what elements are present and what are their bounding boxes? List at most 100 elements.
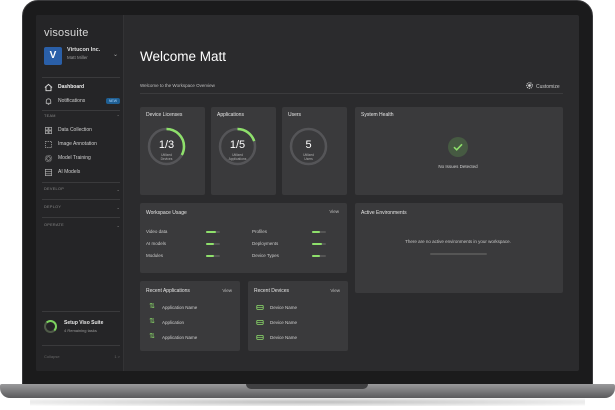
users-value: 5 bbox=[305, 139, 312, 151]
usage-label: Deployments bbox=[252, 241, 279, 246]
usage-bar bbox=[312, 254, 326, 257]
usage-row-modules: Modules bbox=[146, 253, 220, 258]
app-icon: ⇅ bbox=[149, 333, 155, 340]
recent-applications-card[interactable]: Recent Applications View ⇅ Application N… bbox=[140, 281, 240, 351]
placeholder-line bbox=[430, 253, 487, 255]
divider bbox=[42, 217, 120, 218]
sidebar-footer: Collapse 1 > bbox=[44, 354, 120, 359]
gear-icon bbox=[526, 82, 533, 91]
sidebar-item-data-collection[interactable]: Data Collection bbox=[44, 125, 120, 135]
setup-progress[interactable]: Setup Viso Suite 4 Remaining tasks bbox=[42, 317, 120, 339]
list-item-label: Application Name bbox=[162, 334, 198, 340]
annotation-icon bbox=[44, 140, 53, 149]
usage-row-deployments: Deployments bbox=[252, 241, 326, 246]
users-ring: 5 Utilized Users bbox=[288, 126, 329, 167]
usage-row-device-types: Device Types bbox=[252, 253, 326, 258]
customize-button[interactable]: Customize bbox=[526, 82, 560, 91]
model-icon bbox=[44, 168, 53, 177]
list-item[interactable]: ⇅ Application Name bbox=[148, 333, 197, 341]
sidebar-item-label: Image Annotation bbox=[58, 141, 97, 147]
list-item[interactable]: Device Name bbox=[256, 333, 297, 341]
recent-devices-card[interactable]: Recent Devices View Device Name Device N… bbox=[248, 281, 348, 351]
app-icon: ⇅ bbox=[149, 318, 155, 325]
chevron-down-icon: ⌄ bbox=[116, 188, 120, 192]
org-logo: V bbox=[44, 47, 62, 65]
card-title: Device Licenses bbox=[146, 112, 183, 118]
sidebar-item-notifications[interactable]: Notifications NEW bbox=[44, 96, 120, 106]
sidebar-item-ai-models[interactable]: AI Models bbox=[44, 167, 120, 177]
recent-devices-view-link[interactable]: View bbox=[330, 288, 340, 293]
list-item-label: Application bbox=[162, 319, 185, 325]
divider bbox=[42, 182, 120, 183]
org-switcher[interactable]: V Virtucon Inc. Matt Miller ⌄ bbox=[42, 45, 120, 71]
gear-icon bbox=[44, 154, 53, 163]
section-team[interactable]: TEAM ⌃ bbox=[44, 114, 120, 119]
applications-card[interactable]: Applications 1/5 Utilized Applications bbox=[211, 107, 276, 195]
users-card[interactable]: Users 5 Utilized Users bbox=[282, 107, 347, 195]
sidebar-item-label: Dashboard bbox=[58, 84, 85, 90]
list-item[interactable]: Device Name bbox=[256, 303, 297, 311]
customize-label: Customize bbox=[536, 83, 560, 90]
applications-value: 1/5 bbox=[229, 139, 246, 151]
page-title: Welcome Matt bbox=[140, 49, 227, 64]
list-item[interactable]: Device Name bbox=[256, 318, 297, 326]
list-item-label: Device Name bbox=[270, 334, 298, 340]
usage-label: Device Types bbox=[252, 253, 279, 258]
sidebar-item-label: Model Training bbox=[58, 155, 91, 161]
pager[interactable]: 1 > bbox=[114, 354, 120, 359]
sidebar-item-label: Data Collection bbox=[58, 127, 92, 133]
device-licenses-card[interactable]: Device Licenses 1/3 Utilized Devices bbox=[140, 107, 205, 195]
usage-bar bbox=[312, 230, 326, 233]
section-label: DEVELOP bbox=[44, 187, 65, 191]
check-icon bbox=[448, 137, 468, 157]
usage-bar bbox=[206, 242, 220, 245]
list-item[interactable]: ⇅ Application bbox=[148, 318, 184, 326]
divider bbox=[42, 110, 120, 111]
section-label: DEPLOY bbox=[44, 205, 62, 209]
usage-bar bbox=[206, 230, 220, 233]
device-licenses-caption: Utilized Devices bbox=[160, 153, 173, 161]
card-title: Users bbox=[288, 112, 302, 118]
laptop-notch bbox=[246, 384, 368, 389]
active-environments-message: There are no active environments in your… bbox=[405, 239, 511, 244]
section-develop[interactable]: DEVELOP ⌄ bbox=[44, 187, 120, 192]
usage-bar bbox=[206, 254, 220, 257]
sidebar-item-image-annotation[interactable]: Image Annotation bbox=[44, 139, 120, 149]
workspace-usage-card[interactable]: Workspace Usage View Video data AI model… bbox=[140, 203, 347, 273]
sidebar: visosuite V Virtucon Inc. Matt Miller ⌄ … bbox=[36, 15, 124, 371]
divider bbox=[42, 345, 120, 346]
device-icon bbox=[256, 318, 264, 326]
setup-subtitle: 4 Remaining tasks bbox=[64, 328, 97, 333]
chevron-up-icon: ⌃ bbox=[116, 115, 120, 119]
database-icon bbox=[44, 126, 53, 135]
chevron-down-icon: ⌄ bbox=[116, 224, 120, 228]
sidebar-item-dashboard[interactable]: Dashboard bbox=[44, 82, 120, 92]
workspace-usage-view-link[interactable]: View bbox=[329, 209, 339, 214]
section-deploy[interactable]: DEPLOY ⌄ bbox=[44, 205, 120, 210]
setup-progress-ring bbox=[44, 320, 57, 333]
section-operate[interactable]: OPERATE ⌄ bbox=[44, 223, 120, 228]
applications-ring: 1/5 Utilized Applications bbox=[217, 126, 258, 167]
usage-row-ai-models: AI models bbox=[146, 241, 220, 246]
card-title: Workspace Usage bbox=[146, 210, 187, 216]
setup-title: Setup Viso Suite bbox=[64, 320, 104, 326]
laptop-shadow bbox=[30, 398, 585, 406]
chevron-down-icon: ⌄ bbox=[116, 206, 120, 210]
device-licenses-value: 1/3 bbox=[158, 139, 175, 151]
applications-caption: Utilized Applications bbox=[228, 153, 247, 161]
card-title: System Health bbox=[361, 112, 394, 118]
collapse-button[interactable]: Collapse bbox=[44, 354, 60, 359]
system-health-card[interactable]: System Health No Issues Detected bbox=[355, 107, 563, 195]
system-health-status: No Issues Detected bbox=[438, 164, 478, 169]
card-title: Active Environments bbox=[361, 210, 407, 216]
brand-logo-text: visosuite bbox=[44, 27, 89, 39]
bell-icon bbox=[44, 97, 53, 106]
active-environments-card[interactable]: Active Environments There are no active … bbox=[355, 203, 563, 293]
usage-row-video-data: Video data bbox=[146, 229, 220, 234]
usage-label: Video data bbox=[146, 229, 168, 234]
sidebar-item-model-training[interactable]: Model Training bbox=[44, 153, 120, 163]
chevron-down-icon[interactable]: ⌄ bbox=[113, 51, 118, 58]
new-badge: NEW bbox=[105, 98, 120, 104]
list-item[interactable]: ⇅ Application Name bbox=[148, 303, 197, 311]
recent-applications-view-link[interactable]: View bbox=[222, 288, 232, 293]
